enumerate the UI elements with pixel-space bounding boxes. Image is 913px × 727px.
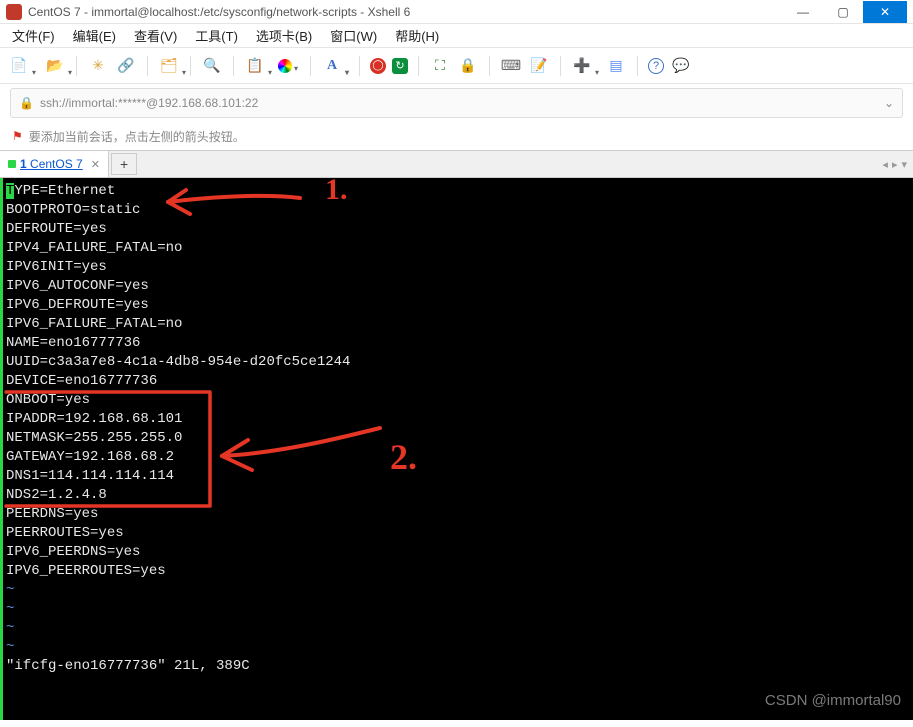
menu-window[interactable]: 窗口(W) [330, 26, 377, 45]
tile-icon[interactable]: ▤ [605, 55, 627, 77]
help-icon[interactable]: ? [648, 58, 664, 74]
maximize-button[interactable]: ▢ [823, 1, 863, 23]
tab-nav-prev-icon[interactable]: ◂ [882, 158, 888, 171]
terminal-line: NETMASK=255.255.255.0 [6, 429, 907, 448]
terminal-empty-line: ~ [6, 600, 907, 619]
terminal-line: IPV6_PEERROUTES=yes [6, 562, 907, 581]
toolbar: 📄 📂 ✳ 🔗 🗂 🔍 📋 A ◯ ↻ ⛶ 🔒 ⌨ 📝 ➕ ▤ ? 💬 [0, 48, 913, 84]
feedback-icon[interactable]: 💬 [670, 55, 692, 77]
address-dropdown-icon[interactable]: ⌄ [884, 96, 894, 110]
menu-tabs[interactable]: 选项卡(B) [256, 26, 312, 45]
menu-bar: 文件(F) 编辑(E) 查看(V) 工具(T) 选项卡(B) 窗口(W) 帮助(… [0, 24, 913, 48]
terminal[interactable]: TYPE=EthernetBOOTPROTO=staticDEFROUTE=ye… [0, 178, 913, 720]
new-window-icon[interactable]: ➕ [571, 55, 593, 77]
terminal-line: ONBOOT=yes [6, 391, 907, 410]
window-title: CentOS 7 - immortal@localhost:/etc/sysco… [28, 5, 783, 19]
terminal-line: IPV6_PEERDNS=yes [6, 543, 907, 562]
menu-file[interactable]: 文件(F) [12, 26, 55, 45]
tab-strip: 1 CentOS 7 ✕ + ◂ ▸ ▾ [0, 150, 913, 178]
terminal-line: IPV6_FAILURE_FATAL=no [6, 315, 907, 334]
tab-centos7[interactable]: 1 CentOS 7 ✕ [0, 151, 109, 177]
hint-text: 要添加当前会话，点击左侧的箭头按钮。 [29, 128, 245, 145]
font-icon[interactable]: A [321, 55, 343, 77]
terminal-line: DEFROUTE=yes [6, 220, 907, 239]
record-icon[interactable]: ◯ [370, 58, 386, 74]
menu-view[interactable]: 查看(V) [134, 26, 177, 45]
terminal-line: DEVICE=eno16777736 [6, 372, 907, 391]
terminal-line: TYPE=Ethernet [6, 182, 907, 201]
terminal-line: IPV4_FAILURE_FATAL=no [6, 239, 907, 258]
terminal-line: GATEWAY=192.168.68.2 [6, 448, 907, 467]
reconnect-icon[interactable]: 🗂 [158, 55, 180, 77]
find-icon[interactable]: 🔍 [201, 55, 223, 77]
menu-edit[interactable]: 编辑(E) [73, 26, 116, 45]
fullscreen-icon[interactable]: ⛶ [429, 55, 451, 77]
terminal-line: PEERROUTES=yes [6, 524, 907, 543]
lock-small-icon: 🔒 [19, 96, 34, 110]
terminal-line: IPV6_AUTOCONF=yes [6, 277, 907, 296]
menu-help[interactable]: 帮助(H) [395, 26, 439, 45]
new-session-icon[interactable]: 📄 [8, 55, 30, 77]
tab-nav-next-icon[interactable]: ▸ [892, 158, 898, 171]
close-button[interactable]: ✕ [863, 1, 907, 23]
terminal-empty-line: ~ [6, 638, 907, 657]
watermark: CSDN @immortal90 [765, 691, 901, 710]
add-tab-button[interactable]: + [111, 153, 137, 175]
status-dot-icon [8, 160, 16, 168]
refresh-icon[interactable]: ↻ [392, 58, 408, 74]
menu-tools[interactable]: 工具(T) [195, 26, 238, 45]
color-scheme-icon[interactable] [278, 59, 292, 73]
terminal-empty-line: ~ [6, 619, 907, 638]
properties-icon[interactable]: ✳ [87, 55, 109, 77]
terminal-line: NDS2=1.2.4.8 [6, 486, 907, 505]
open-icon[interactable]: 📂 [44, 55, 66, 77]
lock-icon[interactable]: 🔒 [457, 55, 479, 77]
terminal-line: NAME=eno16777736 [6, 334, 907, 353]
app-icon [6, 4, 22, 20]
minimize-button[interactable]: — [783, 1, 823, 23]
terminal-line: IPADDR=192.168.68.101 [6, 410, 907, 429]
compose-icon[interactable]: 📝 [528, 55, 550, 77]
copy-icon[interactable]: 📋 [244, 55, 266, 77]
keyboard-icon[interactable]: ⌨ [500, 55, 522, 77]
terminal-line: PEERDNS=yes [6, 505, 907, 524]
address-url: ssh://immortal:******@192.168.68.101:22 [40, 96, 258, 110]
flag-icon: ⚑ [12, 129, 23, 143]
title-bar: CentOS 7 - immortal@localhost:/etc/sysco… [0, 0, 913, 24]
tab-list-icon[interactable]: ▾ [901, 158, 907, 171]
terminal-empty-line: ~ [6, 581, 907, 600]
terminal-line: IPV6_DEFROUTE=yes [6, 296, 907, 315]
hint-bar: ⚑ 要添加当前会话，点击左侧的箭头按钮。 [0, 122, 913, 150]
active-session-indicator [0, 178, 3, 720]
terminal-status-line: "ifcfg-eno16777736" 21L, 389C [6, 657, 907, 676]
terminal-line: DNS1=114.114.114.114 [6, 467, 907, 486]
terminal-line: UUID=c3a3a7e8-4c1a-4db8-954e-d20fc5ce124… [6, 353, 907, 372]
link-icon[interactable]: 🔗 [115, 55, 137, 77]
address-bar[interactable]: 🔒 ssh://immortal:******@192.168.68.101:2… [10, 88, 903, 118]
terminal-line: BOOTPROTO=static [6, 201, 907, 220]
terminal-line: IPV6INIT=yes [6, 258, 907, 277]
tab-close-icon[interactable]: ✕ [91, 158, 100, 171]
